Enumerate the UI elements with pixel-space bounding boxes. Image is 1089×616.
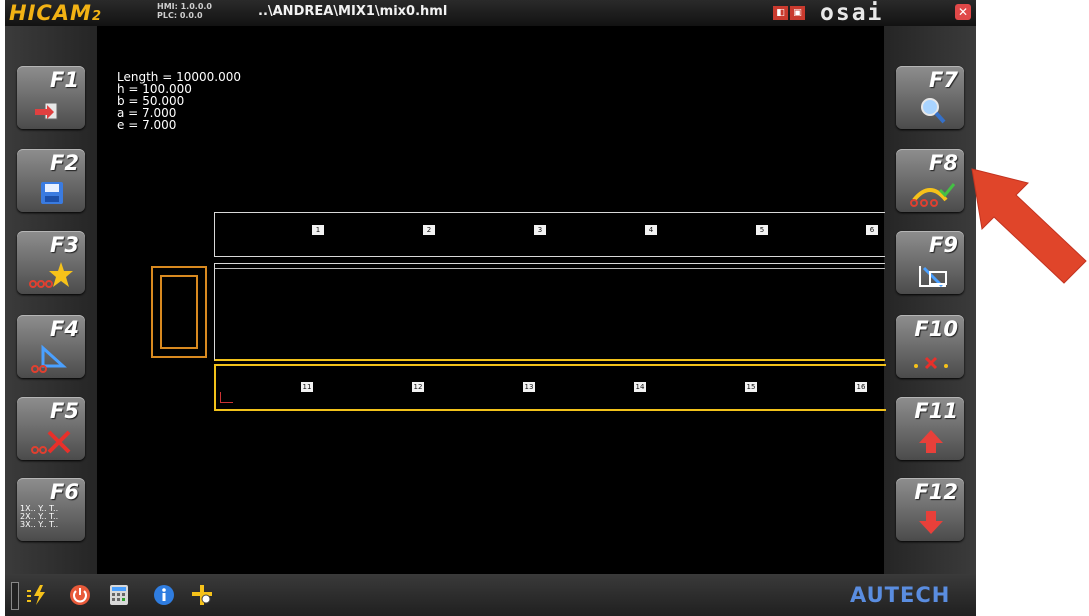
hole-label[interactable]: 1 — [312, 225, 324, 235]
hole-label[interactable]: 4 — [645, 225, 657, 235]
profile-section-outline — [151, 266, 207, 358]
autech-logo: AUTECH — [850, 583, 951, 607]
f3-button[interactable]: F3 — [17, 231, 85, 294]
power-icon[interactable] — [69, 584, 91, 606]
settings-tools-icon[interactable] — [191, 584, 213, 606]
measure-icon — [919, 266, 947, 288]
window-mode-icons[interactable]: ◧ ▣ — [773, 6, 805, 20]
hole-label[interactable]: 16 — [855, 382, 867, 392]
coordinates-list-icon: 1X.. Y.. T.. 2X.. Y.. T.. 3X.. Y.. T.. — [20, 504, 59, 529]
title-bar: HICAM2 HMI: 1.0.0.0 PLC: 0.0.0 ..\ANDREA… — [5, 0, 976, 26]
hicam-window: HICAM2 HMI: 1.0.0.0 PLC: 0.0.0 ..\ANDREA… — [5, 0, 976, 616]
status-indicator — [11, 582, 19, 610]
hole-label[interactable]: 2 — [423, 225, 435, 235]
save-floppy-icon — [41, 182, 63, 204]
f6-label: F6 — [50, 480, 79, 504]
f5-label: F5 — [50, 399, 79, 423]
arrow-down-icon — [919, 511, 943, 534]
f9-button[interactable]: F9 — [896, 231, 964, 294]
delete-cross-icon — [31, 430, 71, 454]
restore-icon[interactable]: ◧ — [773, 6, 788, 20]
hole-label[interactable]: 5 — [756, 225, 768, 235]
origin-marker — [220, 392, 233, 403]
version-info: HMI: 1.0.0.0 PLC: 0.0.0 — [157, 2, 212, 20]
info-icon[interactable] — [153, 584, 175, 606]
left-function-bar: F1 F2 F3 F4 F5 F6 1X.. Y.. T.. 2X.. Y.. … — [5, 26, 97, 574]
f9-label: F9 — [929, 233, 958, 257]
hmi-version: HMI: 1.0.0.0 — [157, 2, 212, 11]
file-path: ..\ANDREA\MIX1\mix0.hml — [258, 4, 448, 19]
profile-parameters: Length = 10000.000 h = 100.000 b = 50.00… — [117, 70, 241, 132]
minimize-icon[interactable]: ▣ — [790, 6, 805, 20]
f2-button[interactable]: F2 — [17, 149, 85, 212]
hole-label[interactable]: 11 — [301, 382, 313, 392]
f12-label: F12 — [914, 480, 958, 504]
osai-brand: osai — [820, 0, 884, 26]
f10-label: F10 — [914, 317, 958, 341]
f11-label: F11 — [914, 399, 958, 423]
remove-point-icon — [914, 356, 948, 370]
beam-bottom-view[interactable] — [214, 364, 886, 411]
f7-label: F7 — [929, 68, 958, 92]
app-logo: HICAM2 — [9, 1, 102, 25]
import-icon — [35, 102, 58, 120]
hole-label[interactable]: 3 — [534, 225, 546, 235]
hole-label[interactable]: 13 — [523, 382, 535, 392]
drawing-canvas[interactable]: Length = 10000.000 h = 100.000 b = 50.00… — [97, 26, 886, 574]
zoom-magnifier-icon — [921, 98, 946, 124]
f8-label: F8 — [929, 151, 958, 175]
hole-label[interactable]: 6 — [866, 225, 878, 235]
plc-version: PLC: 0.0.0 — [157, 11, 203, 20]
annotation-arrow — [971, 168, 1087, 284]
f4-label: F4 — [50, 317, 79, 341]
square-tool-icon — [31, 344, 67, 373]
f6-button[interactable]: F6 1X.. Y.. T.. 2X.. Y.. T.. 3X.. Y.. T.… — [17, 478, 85, 541]
f7-button[interactable]: F7 — [896, 66, 964, 129]
status-bar: AUTECH — [5, 574, 976, 616]
beam-middle-view[interactable] — [214, 263, 885, 361]
f1-label: F1 — [50, 68, 79, 92]
calculator-icon[interactable] — [108, 584, 130, 606]
close-button[interactable]: ✕ — [955, 4, 971, 20]
hole-label[interactable]: 15 — [745, 382, 757, 392]
f12-button[interactable]: F12 — [896, 478, 964, 541]
f11-button[interactable]: F11 — [896, 397, 964, 460]
check-path-icon — [910, 183, 956, 207]
hole-label[interactable]: 14 — [634, 382, 646, 392]
f2-label: F2 — [50, 151, 79, 175]
f1-button[interactable]: F1 — [17, 66, 85, 129]
f3-label: F3 — [50, 233, 79, 257]
f4-button[interactable]: F4 — [17, 315, 85, 378]
lightning-icon[interactable] — [27, 584, 49, 606]
f5-button[interactable]: F5 — [17, 397, 85, 460]
hole-label[interactable]: 12 — [412, 382, 424, 392]
new-star-icon — [29, 262, 73, 288]
arrow-up-icon — [919, 430, 943, 453]
f8-button[interactable]: F8 — [896, 149, 964, 212]
right-function-bar: F7 F8 F9 F10 F11 F12 — [884, 26, 976, 574]
f10-button[interactable]: F10 — [896, 315, 964, 378]
